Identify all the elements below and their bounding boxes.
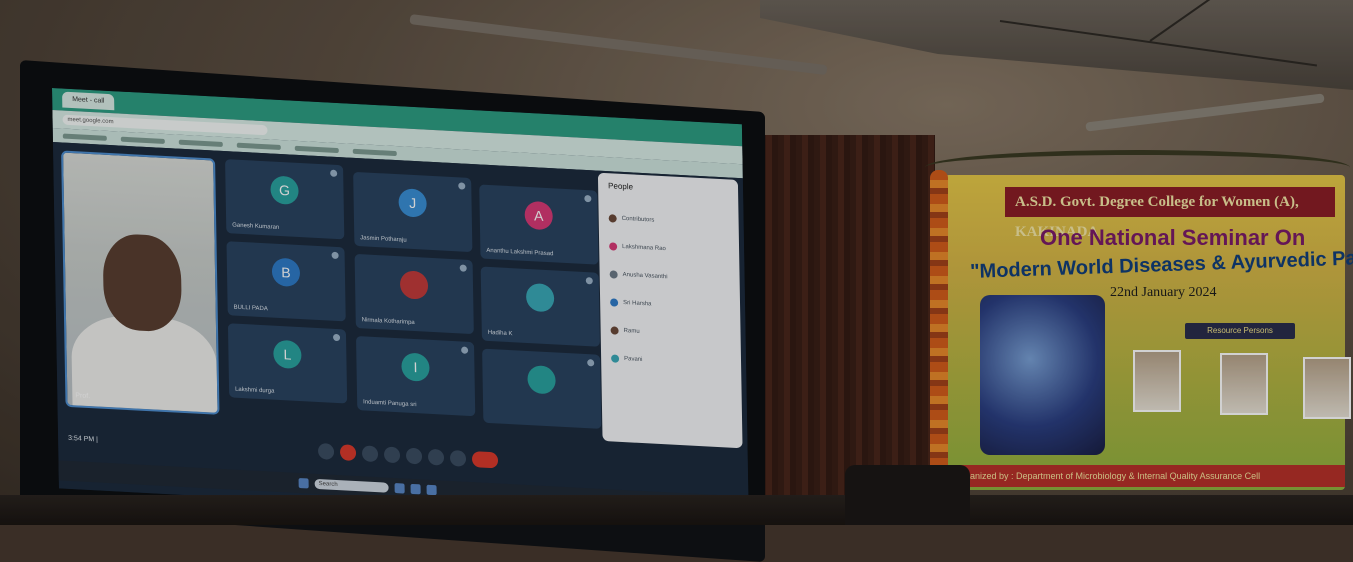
participant-avatar (527, 364, 556, 395)
more-options-button[interactable] (449, 449, 467, 467)
taskbar-search[interactable]: Search (314, 478, 389, 493)
desk (0, 495, 1353, 525)
mic-muted-icon (331, 251, 339, 260)
participant-name: Jasmin Potharaju (360, 235, 407, 244)
participant-name: Induamti Panuga sri (363, 399, 417, 409)
participant-tile[interactable]: B BULLI PADA (226, 241, 346, 322)
participant-name: Nirmala Kotharimpa (361, 317, 415, 327)
captions-button[interactable] (361, 445, 379, 463)
participant-avatar: I (401, 352, 430, 382)
participant-avatar-icon (608, 214, 617, 223)
participant-tile[interactable] (482, 348, 602, 429)
people-panel: People Contributors Lakshmana Rao Anusha V… (597, 172, 743, 449)
raise-hand-button[interactable] (427, 448, 445, 466)
participant-avatar-icon (611, 354, 620, 363)
people-list-name: Anusha Vasanthi (622, 271, 668, 281)
file-explorer-icon[interactable] (394, 483, 405, 494)
participant-name: BULLI PADA (233, 304, 268, 313)
banner-footer: Organized by : Department of Microbiolog… (945, 465, 1345, 487)
presenter-video[interactable]: Prof. (61, 150, 220, 415)
mic-muted-icon (461, 346, 469, 354)
participant-tile[interactable]: L Lakshmi durga (227, 323, 348, 404)
seminar-banner: A.S.D. Govt. Degree College for Women (A… (945, 175, 1353, 490)
participant-avatar (399, 270, 429, 300)
banner-collage-image (980, 295, 1105, 455)
presenter-name: Prof. (75, 392, 91, 401)
participant-name: Hadiha K (487, 329, 513, 338)
mic-muted-icon (587, 359, 595, 367)
participant-avatar: L (273, 339, 302, 370)
participant-tile[interactable]: Nirmala Kotharimpa (354, 253, 474, 335)
people-list-item[interactable]: Contributors (608, 213, 727, 229)
mic-muted-icon (332, 333, 341, 342)
leave-call-button[interactable] (471, 451, 499, 469)
participant-name: Lakshmi durga (235, 386, 275, 395)
participant-avatar-icon (609, 242, 618, 251)
people-list-name: Lakshmana Rao (622, 243, 666, 253)
participant-avatar-icon (610, 298, 619, 307)
present-button[interactable] (405, 447, 423, 465)
bookmark[interactable] (352, 148, 397, 156)
people-list-item[interactable]: Anusha Vasanthi (609, 269, 728, 285)
people-list-name: Sri Harsha (623, 299, 652, 308)
mic-button[interactable] (317, 443, 335, 460)
people-list-item[interactable]: Ramu (610, 325, 729, 341)
bookmark[interactable] (236, 142, 281, 150)
browser-tab[interactable]: Meet - call (62, 91, 115, 111)
start-icon[interactable] (298, 477, 309, 489)
speaker-photo (1133, 350, 1181, 412)
participant-avatar: B (271, 257, 301, 288)
people-list-name: Contributors (621, 215, 655, 224)
mic-muted-icon (458, 182, 466, 190)
people-list-name: Pavani (624, 356, 643, 364)
bookmark[interactable] (178, 139, 223, 147)
bookmark[interactable] (120, 136, 165, 144)
participant-tile[interactable]: G Ganesh Kumaran (225, 159, 345, 240)
mic-muted-icon (584, 194, 592, 203)
meeting-time: 3:54 PM | (68, 434, 98, 443)
app-icon[interactable] (426, 484, 437, 496)
people-list-name: Ramu (623, 328, 640, 335)
people-list-item[interactable]: Pavani (611, 353, 729, 369)
participant-tile[interactable]: I Induamti Panuga sri (356, 335, 476, 417)
participant-tile[interactable]: A Ananthu Lakshmi Prasad (479, 184, 599, 265)
monitor-screen: Meet - call meet.google.com Prof. G Ganes… (52, 88, 749, 525)
meet-stage: Prof. G Ganesh Kumaran J Jasmin Potharaju A A… (52, 142, 749, 525)
bookmark[interactable] (62, 133, 107, 141)
meeting-controls (317, 443, 499, 469)
participant-tile[interactable]: J Jasmin Potharaju (353, 171, 473, 253)
participant-avatar-icon (609, 270, 618, 279)
banner-speakers-label: Resource Persons (1185, 323, 1295, 339)
speaker-photo (1220, 353, 1268, 415)
people-list-item[interactable]: Lakshmana Rao (609, 241, 727, 257)
participant-avatar-icon (610, 326, 619, 335)
bookmark[interactable] (294, 145, 339, 153)
participant-name: Ganesh Kumaran (232, 222, 280, 231)
speaker-photo (1303, 357, 1351, 419)
desk-object (845, 465, 970, 525)
people-list-item[interactable]: Sri Harsha (610, 297, 728, 313)
mic-muted-icon (585, 277, 593, 285)
browser-icon[interactable] (410, 483, 421, 495)
emoji-button[interactable] (383, 446, 401, 464)
mic-muted-icon (330, 169, 338, 177)
banner-seminar-heading: One National Seminar On (1040, 225, 1306, 250)
participant-tile[interactable]: Hadiha K (480, 266, 600, 347)
participant-avatar: G (270, 175, 299, 205)
people-panel-header: People (608, 181, 634, 192)
participant-name: Ananthu Lakshmi Prasad (486, 247, 554, 258)
participant-avatar: J (398, 188, 427, 218)
mic-muted-icon (459, 264, 467, 272)
flower-garland (930, 170, 948, 480)
banner-date: 22nd January 2024 (1110, 285, 1217, 300)
camera-off-button[interactable] (339, 444, 357, 462)
presenter-head (102, 232, 183, 333)
participant-avatar: A (524, 200, 553, 231)
participant-avatar (525, 282, 555, 313)
banner-college-name: A.S.D. Govt. Degree College for Women (A… (1005, 187, 1335, 240)
